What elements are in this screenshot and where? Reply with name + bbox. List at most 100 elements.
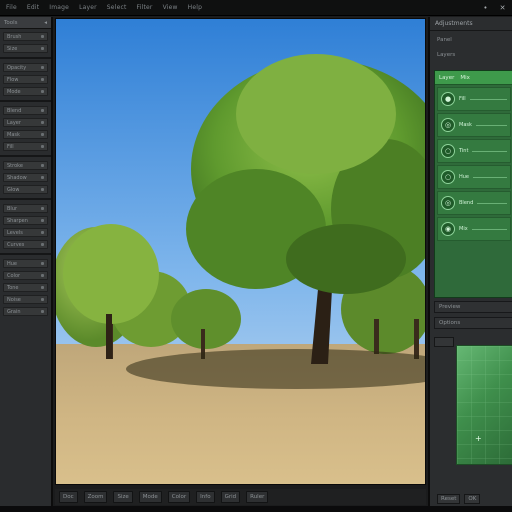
adjustment-label: Mask	[459, 122, 472, 128]
pin-icon: ●	[441, 92, 455, 106]
reset-button[interactable]: Reset	[437, 494, 461, 504]
adjustment-row-blend[interactable]: ◎ Blend	[437, 191, 511, 215]
menu-select[interactable]: Select	[107, 4, 127, 11]
left-row-color[interactable]: Color	[3, 271, 48, 280]
left-row-mode[interactable]: Mode	[3, 87, 48, 96]
green-preview-thumbnail[interactable]: +	[456, 345, 512, 465]
layer-adjustment-list: Layer Mix ● Fill ◎ Mask ○ Tint ○ Hue ◎ Blend …	[434, 70, 512, 298]
row-handle-icon	[41, 121, 44, 124]
level-line	[473, 176, 507, 178]
section-label: Options	[439, 320, 461, 326]
left-row-brush[interactable]: Brush	[3, 32, 48, 41]
circle-icon: ○	[441, 170, 455, 184]
tab-label: Layers	[437, 52, 456, 58]
level-line	[471, 228, 507, 230]
left-row-blend[interactable]: Blend	[3, 106, 48, 115]
left-row-shadow[interactable]: Shadow	[3, 173, 48, 182]
left-row-sharpen[interactable]: Sharpen	[3, 216, 48, 225]
status-ruler[interactable]: Ruler	[246, 491, 269, 503]
row-handle-icon	[41, 274, 44, 277]
left-row-levels[interactable]: Levels	[3, 228, 48, 237]
menu-help[interactable]: Help	[188, 4, 202, 11]
adjustment-row-tint[interactable]: ○ Tint	[437, 139, 511, 163]
left-row-label: Glow	[7, 186, 20, 193]
divider	[0, 253, 51, 255]
menu-image[interactable]: Image	[49, 4, 69, 11]
menu-layer[interactable]: Layer	[79, 4, 97, 11]
status-info[interactable]: Info	[196, 491, 215, 503]
row-handle-icon	[41, 231, 44, 234]
row-handle-icon	[41, 133, 44, 136]
status-zoom[interactable]: Zoom	[83, 491, 108, 503]
status-mode[interactable]: Mode	[138, 491, 162, 503]
left-row-label: Fill	[7, 143, 14, 150]
menu-edit[interactable]: Edit	[27, 4, 39, 11]
green-header-label: Layer	[439, 74, 455, 81]
left-row-label: Brush	[7, 33, 22, 40]
adjustment-row-hue[interactable]: ○ Hue	[437, 165, 511, 189]
status-size[interactable]: Size	[113, 491, 133, 503]
left-row-fill[interactable]: Fill	[3, 142, 48, 151]
status-doc[interactable]: Doc	[59, 491, 78, 503]
left-row-layer[interactable]: Layer	[3, 118, 48, 127]
circle-icon: ○	[441, 144, 455, 158]
adjustment-row-mask[interactable]: ◎ Mask	[437, 113, 511, 137]
left-row-grain[interactable]: Grain	[3, 307, 48, 316]
left-row-hue[interactable]: Hue	[3, 259, 48, 268]
green-header-label: Mix	[460, 74, 470, 81]
left-row-label: Mask	[7, 131, 20, 138]
left-row-label: Levels	[7, 229, 23, 236]
left-row-glow[interactable]: Glow	[3, 185, 48, 194]
left-row-curves[interactable]: Curves	[3, 240, 48, 249]
row-handle-icon	[41, 78, 44, 81]
left-row-blur[interactable]: Blur	[3, 204, 48, 213]
left-row-mask[interactable]: Mask	[3, 130, 48, 139]
menu-file[interactable]: File	[6, 4, 17, 11]
row-handle-icon	[41, 298, 44, 301]
row-handle-icon	[41, 262, 44, 265]
row-handle-icon	[41, 90, 44, 93]
left-row-flow[interactable]: Flow	[3, 75, 48, 84]
status-color[interactable]: Color	[167, 491, 191, 503]
green-list-header: Layer Mix	[435, 71, 512, 85]
close-icon[interactable]: ✕	[499, 4, 506, 12]
adjustment-row-mix[interactable]: ◉ Mix	[437, 217, 511, 241]
status-grid[interactable]: Grid	[220, 491, 241, 503]
section-options[interactable]: Options	[434, 317, 512, 329]
left-row-label: Hue	[7, 260, 18, 267]
panel-menu-icon[interactable]: ◂	[44, 20, 47, 26]
left-row-label: Tone	[7, 284, 19, 291]
small-toggle-button[interactable]	[434, 337, 454, 347]
row-handle-icon	[41, 35, 44, 38]
tab-layers[interactable]: Layers	[434, 49, 508, 61]
image-canvas[interactable]	[55, 18, 426, 485]
left-row-opacity[interactable]: Opacity	[3, 63, 48, 72]
divider	[0, 57, 51, 59]
minimize-icon[interactable]: •	[482, 4, 489, 12]
adjustment-label: Tint	[459, 148, 469, 154]
row-handle-icon	[41, 47, 44, 50]
row-handle-icon	[41, 66, 44, 69]
adjustment-label: Blend	[459, 200, 474, 206]
tab-panel[interactable]: Panel	[434, 34, 508, 46]
section-preview[interactable]: Preview	[434, 301, 512, 313]
left-row-label: Flow	[7, 76, 19, 83]
left-row-tone[interactable]: Tone	[3, 283, 48, 292]
left-row-size[interactable]: Size	[3, 44, 48, 53]
divider	[0, 100, 51, 102]
divider	[0, 155, 51, 157]
target-icon: ◎	[441, 196, 455, 210]
left-panel-title: Tools	[4, 19, 18, 26]
left-row-noise[interactable]: Noise	[3, 295, 48, 304]
crosshair-icon: +	[475, 434, 482, 443]
menubar: File Edit Image Layer Select Filter View…	[0, 0, 512, 16]
ok-button[interactable]: OK	[464, 494, 481, 504]
left-row-stroke[interactable]: Stroke	[3, 161, 48, 170]
menu-filter[interactable]: Filter	[137, 4, 153, 11]
level-line	[472, 150, 507, 152]
menu-view[interactable]: View	[163, 4, 178, 11]
adjustment-row-fill[interactable]: ● Fill	[437, 87, 511, 111]
section-label: Preview	[439, 304, 461, 310]
left-row-label: Blend	[7, 107, 22, 114]
window-footer-strip	[0, 506, 512, 512]
